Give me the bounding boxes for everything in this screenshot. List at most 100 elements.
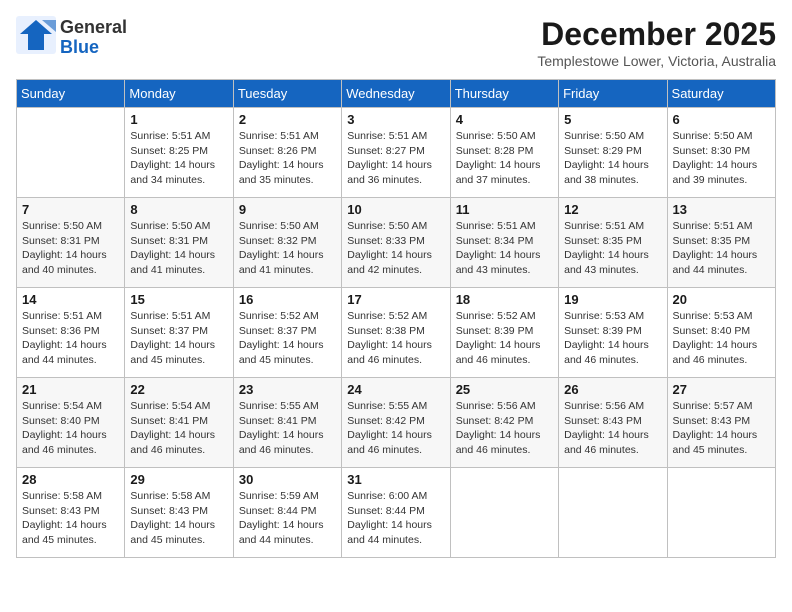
day-number: 25 <box>456 382 553 397</box>
header-tuesday: Tuesday <box>233 80 341 108</box>
header-wednesday: Wednesday <box>342 80 450 108</box>
day-number: 29 <box>130 472 227 487</box>
header-thursday: Thursday <box>450 80 558 108</box>
day-info: Sunrise: 5:57 AM Sunset: 8:43 PM Dayligh… <box>673 399 770 458</box>
day-number: 4 <box>456 112 553 127</box>
calendar-row: 7 Sunrise: 5:50 AM Sunset: 8:31 PM Daylig… <box>17 198 776 288</box>
day-info: Sunrise: 5:50 AM Sunset: 8:29 PM Dayligh… <box>564 129 661 188</box>
day-number: 14 <box>22 292 119 307</box>
table-row: 10 Sunrise: 5:50 AM Sunset: 8:33 PM Dayli… <box>342 198 450 288</box>
day-info: Sunrise: 5:52 AM Sunset: 8:38 PM Dayligh… <box>347 309 444 368</box>
day-number: 10 <box>347 202 444 217</box>
day-number: 5 <box>564 112 661 127</box>
day-info: Sunrise: 5:51 AM Sunset: 8:25 PM Dayligh… <box>130 129 227 188</box>
day-info: Sunrise: 5:56 AM Sunset: 8:43 PM Dayligh… <box>564 399 661 458</box>
day-number: 31 <box>347 472 444 487</box>
table-row: 7Sunrise: 5:50 AM Sunset: 8:31 PM Daylig… <box>17 198 125 288</box>
day-number: 9 <box>239 202 336 217</box>
day-number: 12 <box>564 202 661 217</box>
day-info: Sunrise: 5:53 AM Sunset: 8:40 PM Dayligh… <box>673 309 770 368</box>
day-number: 8 <box>130 202 227 217</box>
table-row: 9 Sunrise: 5:50 AM Sunset: 8:32 PM Daylig… <box>233 198 341 288</box>
day-number: 17 <box>347 292 444 307</box>
day-number: 24 <box>347 382 444 397</box>
day-number: 20 <box>673 292 770 307</box>
day-info: Sunrise: 5:52 AM Sunset: 8:37 PM Dayligh… <box>239 309 336 368</box>
day-number: 13 <box>673 202 770 217</box>
day-info: Sunrise: 5:55 AM Sunset: 8:41 PM Dayligh… <box>239 399 336 458</box>
day-number: 26 <box>564 382 661 397</box>
day-info: Sunrise: 5:51 AM Sunset: 8:34 PM Dayligh… <box>456 219 553 278</box>
table-row: 30 Sunrise: 5:59 AM Sunset: 8:44 PM Dayli… <box>233 468 341 558</box>
table-row: 27Sunrise: 5:57 AM Sunset: 8:43 PM Dayli… <box>667 378 775 468</box>
day-info: Sunrise: 5:51 AM Sunset: 8:35 PM Dayligh… <box>564 219 661 278</box>
header-sunday: Sunday <box>17 80 125 108</box>
day-number: 3 <box>347 112 444 127</box>
day-number: 1 <box>130 112 227 127</box>
calendar-row: 28 Sunrise: 5:58 AM Sunset: 8:43 PM Dayli… <box>17 468 776 558</box>
table-row: 16 Sunrise: 5:52 AM Sunset: 8:37 PM Dayli… <box>233 288 341 378</box>
table-row: 14 Sunrise: 5:51 AM Sunset: 8:36 PM Dayli… <box>17 288 125 378</box>
day-info: Sunrise: 5:50 AM Sunset: 8:32 PM Dayligh… <box>239 219 336 278</box>
day-info: Sunrise: 5:50 AM Sunset: 8:31 PM Dayligh… <box>130 219 227 278</box>
table-row <box>667 468 775 558</box>
title-area: December 2025 Templestowe Lower, Victori… <box>537 16 776 69</box>
table-row: 18 Sunrise: 5:52 AM Sunset: 8:39 PM Dayli… <box>450 288 558 378</box>
logo: General Blue <box>16 16 127 59</box>
day-number: 6 <box>673 112 770 127</box>
day-number: 15 <box>130 292 227 307</box>
day-info: Sunrise: 5:50 AM Sunset: 8:33 PM Dayligh… <box>347 219 444 278</box>
day-number: 30 <box>239 472 336 487</box>
day-info: Sunrise: 5:50 AM Sunset: 8:28 PM Dayligh… <box>456 129 553 188</box>
table-row: 28 Sunrise: 5:58 AM Sunset: 8:43 PM Dayli… <box>17 468 125 558</box>
logo-blue: Blue <box>60 37 99 57</box>
day-info: Sunrise: 5:54 AM Sunset: 8:40 PM Dayligh… <box>22 399 119 458</box>
table-row: 26 Sunrise: 5:56 AM Sunset: 8:43 PM Dayli… <box>559 378 667 468</box>
table-row: 24 Sunrise: 5:55 AM Sunset: 8:42 PM Dayli… <box>342 378 450 468</box>
day-number: 16 <box>239 292 336 307</box>
day-number: 18 <box>456 292 553 307</box>
table-row: 22 Sunrise: 5:54 AM Sunset: 8:41 PM Dayli… <box>125 378 233 468</box>
weekday-header-row: Sunday Monday Tuesday Wednesday Thursday… <box>17 80 776 108</box>
header-friday: Friday <box>559 80 667 108</box>
month-title: December 2025 <box>537 16 776 53</box>
day-number: 28 <box>22 472 119 487</box>
page-header: General Blue December 2025 Templestowe L… <box>16 16 776 69</box>
table-row <box>559 468 667 558</box>
table-row: 8 Sunrise: 5:50 AM Sunset: 8:31 PM Daylig… <box>125 198 233 288</box>
table-row: 31 Sunrise: 6:00 AM Sunset: 8:44 PM Dayli… <box>342 468 450 558</box>
day-info: Sunrise: 5:51 AM Sunset: 8:36 PM Dayligh… <box>22 309 119 368</box>
day-info: Sunrise: 5:52 AM Sunset: 8:39 PM Dayligh… <box>456 309 553 368</box>
table-row: 11Sunrise: 5:51 AM Sunset: 8:34 PM Dayli… <box>450 198 558 288</box>
table-row: 21 Sunrise: 5:54 AM Sunset: 8:40 PM Dayli… <box>17 378 125 468</box>
day-info: Sunrise: 6:00 AM Sunset: 8:44 PM Dayligh… <box>347 489 444 548</box>
calendar-row: 14 Sunrise: 5:51 AM Sunset: 8:36 PM Dayli… <box>17 288 776 378</box>
table-row <box>17 108 125 198</box>
day-info: Sunrise: 5:55 AM Sunset: 8:42 PM Dayligh… <box>347 399 444 458</box>
table-row: 17 Sunrise: 5:52 AM Sunset: 8:38 PM Dayli… <box>342 288 450 378</box>
day-info: Sunrise: 5:51 AM Sunset: 8:37 PM Dayligh… <box>130 309 227 368</box>
table-row: 4 Sunrise: 5:50 AM Sunset: 8:28 PM Daylig… <box>450 108 558 198</box>
day-number: 22 <box>130 382 227 397</box>
table-row: 3Sunrise: 5:51 AM Sunset: 8:27 PM Daylig… <box>342 108 450 198</box>
day-info: Sunrise: 5:59 AM Sunset: 8:44 PM Dayligh… <box>239 489 336 548</box>
table-row: 13 Sunrise: 5:51 AM Sunset: 8:35 PM Dayli… <box>667 198 775 288</box>
table-row: 25Sunrise: 5:56 AM Sunset: 8:42 PM Dayli… <box>450 378 558 468</box>
day-info: Sunrise: 5:58 AM Sunset: 8:43 PM Dayligh… <box>130 489 227 548</box>
header-saturday: Saturday <box>667 80 775 108</box>
day-info: Sunrise: 5:58 AM Sunset: 8:43 PM Dayligh… <box>22 489 119 548</box>
calendar-row: 1 Sunrise: 5:51 AM Sunset: 8:25 PM Daylig… <box>17 108 776 198</box>
calendar-table: Sunday Monday Tuesday Wednesday Thursday… <box>16 79 776 558</box>
table-row: 6Sunrise: 5:50 AM Sunset: 8:30 PM Daylig… <box>667 108 775 198</box>
day-number: 21 <box>22 382 119 397</box>
location-title: Templestowe Lower, Victoria, Australia <box>537 53 776 69</box>
calendar-row: 21 Sunrise: 5:54 AM Sunset: 8:40 PM Dayli… <box>17 378 776 468</box>
table-row: 29 Sunrise: 5:58 AM Sunset: 8:43 PM Dayli… <box>125 468 233 558</box>
day-info: Sunrise: 5:51 AM Sunset: 8:35 PM Dayligh… <box>673 219 770 278</box>
day-number: 7 <box>22 202 119 217</box>
day-info: Sunrise: 5:54 AM Sunset: 8:41 PM Dayligh… <box>130 399 227 458</box>
table-row <box>450 468 558 558</box>
table-row: 19Sunrise: 5:53 AM Sunset: 8:39 PM Dayli… <box>559 288 667 378</box>
table-row: 23Sunrise: 5:55 AM Sunset: 8:41 PM Dayli… <box>233 378 341 468</box>
header-monday: Monday <box>125 80 233 108</box>
